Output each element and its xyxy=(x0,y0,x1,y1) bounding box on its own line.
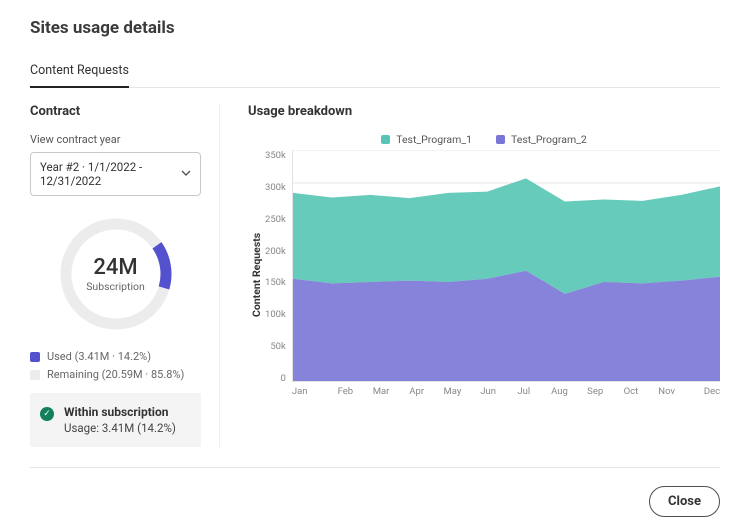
ytick: 100k xyxy=(265,309,286,320)
status-detail: Usage: 3.41M (14.2%) xyxy=(64,421,176,435)
legend-series1-swatch xyxy=(381,135,390,144)
close-button[interactable]: Close xyxy=(649,486,720,517)
chart-legend: Test_Program_1 Test_Program_2 xyxy=(248,133,720,146)
xtick: Apr xyxy=(399,386,435,397)
legend-remaining-swatch xyxy=(30,370,40,380)
legend-series2-label: Test_Program_2 xyxy=(511,133,587,146)
contract-year-value: Year #2 · 1/1/2022 - 12/31/2022 xyxy=(40,160,181,188)
check-circle-icon: ✓ xyxy=(40,407,54,421)
tabs: Content Requests xyxy=(30,56,720,88)
y-ticks: 350k 300k 250k 200k 150k 100k 50k 0 xyxy=(265,150,292,400)
chevron-down-icon xyxy=(181,167,191,181)
usage-chart xyxy=(292,150,720,382)
xtick: Jan xyxy=(292,386,328,397)
legend-used: Used (3.41M · 14.2%) xyxy=(30,350,201,363)
breakdown-heading: Usage breakdown xyxy=(248,104,720,119)
ytick: 350k xyxy=(265,150,286,161)
contract-heading: Contract xyxy=(30,104,201,119)
tab-content-requests[interactable]: Content Requests xyxy=(30,57,129,88)
x-ticks: Jan Feb Mar Apr May Jun Jul Aug Sep Oct … xyxy=(292,382,720,397)
ytick: 200k xyxy=(265,246,286,257)
ytick: 250k xyxy=(265,214,286,225)
ytick: 150k xyxy=(265,277,286,288)
donut-subtext: Subscription xyxy=(86,280,145,293)
y-axis-label: Content Requests xyxy=(248,150,265,400)
legend-series2-swatch xyxy=(496,135,505,144)
contract-year-select[interactable]: Year #2 · 1/1/2022 - 12/31/2022 xyxy=(30,152,201,196)
legend-used-swatch xyxy=(30,352,40,362)
status-title: Within subscription xyxy=(64,405,176,419)
status-card: ✓ Within subscription Usage: 3.41M (14.2… xyxy=(30,393,201,447)
legend-remaining-text: Remaining (20.59M · 85.8%) xyxy=(47,368,184,381)
xtick: Oct xyxy=(613,386,649,397)
page-title: Sites usage details xyxy=(30,18,720,38)
subscription-donut: 24M Subscription xyxy=(56,214,176,334)
donut-value: 24M xyxy=(93,255,137,280)
ytick: 50k xyxy=(265,341,286,352)
xtick: Aug xyxy=(542,386,578,397)
xtick: Jun xyxy=(470,386,506,397)
xtick: Feb xyxy=(328,386,364,397)
legend-series1-label: Test_Program_1 xyxy=(396,133,472,146)
xtick: Jul xyxy=(506,386,542,397)
ytick: 0 xyxy=(265,373,286,384)
ytick: 300k xyxy=(265,182,286,193)
legend-remaining: Remaining (20.59M · 85.8%) xyxy=(30,368,201,381)
xtick: Sep xyxy=(577,386,613,397)
xtick: Mar xyxy=(363,386,399,397)
xtick: Nov xyxy=(649,386,685,397)
xtick: May xyxy=(435,386,471,397)
xtick: Dec xyxy=(684,386,720,397)
contract-year-label: View contract year xyxy=(30,133,201,146)
